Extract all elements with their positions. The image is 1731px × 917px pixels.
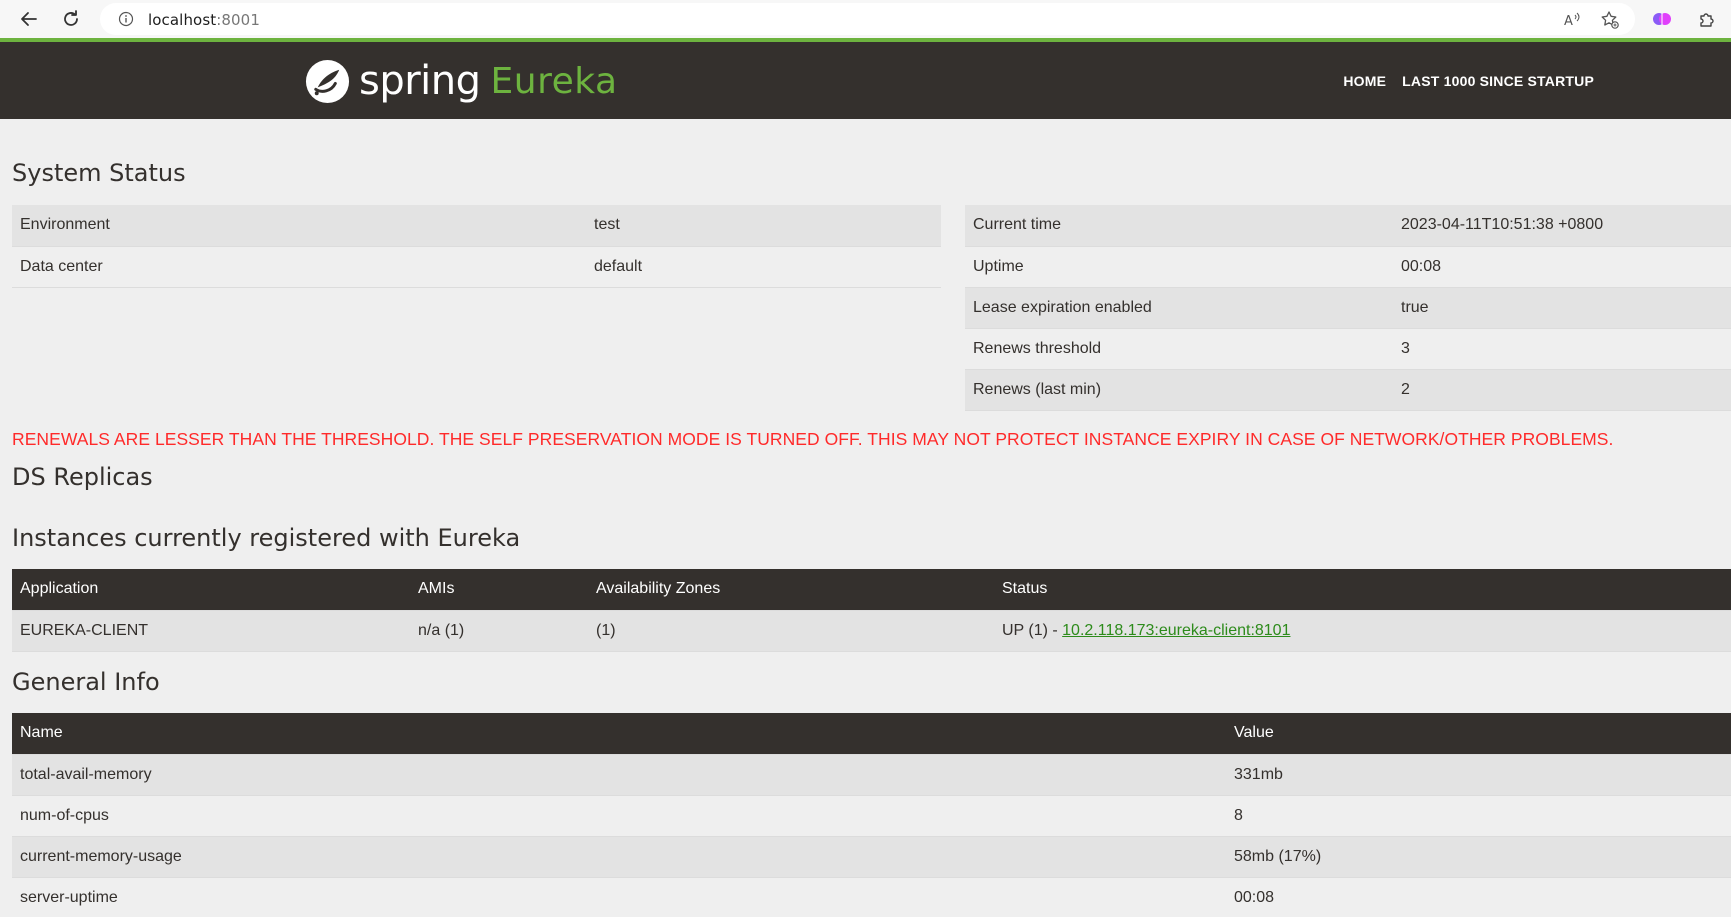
status-value: true (1393, 287, 1731, 328)
spring-eureka-logo[interactable]: spring Eureka (304, 56, 618, 106)
info-value: 8 (1226, 795, 1731, 836)
cell-zones: (1) (588, 610, 994, 651)
general-info-title: General Info (12, 668, 160, 696)
col-amis: AMIs (410, 569, 588, 610)
table-row: Uptime 00:08 (965, 246, 1731, 287)
instances-table: Application AMIs Availability Zones Stat… (12, 569, 1731, 652)
general-info-table: Name Value total-avail-memory 331mb num-… (12, 713, 1731, 917)
logo-spring-text: spring (359, 58, 481, 104)
info-value: 58mb (17%) (1226, 836, 1731, 877)
system-status-left-table: Environment test Data center default (12, 205, 941, 288)
table-row: num-of-cpus 8 (12, 795, 1731, 836)
cell-amis: n/a (1) (410, 610, 588, 651)
reload-icon (64, 10, 78, 26)
table-header-row: Application AMIs Availability Zones Stat… (12, 569, 1731, 610)
status-value: 3 (1393, 328, 1731, 369)
col-availability-zones: Availability Zones (588, 569, 994, 610)
status-label: Uptime (965, 246, 1393, 287)
col-value: Value (1226, 713, 1731, 754)
svg-text:A: A (1564, 14, 1573, 29)
status-label: Data center (12, 246, 586, 287)
read-aloud-icon[interactable]: A (1562, 10, 1582, 30)
status-prefix: UP (1) - (1002, 621, 1063, 639)
table-row: Renews threshold 3 (965, 328, 1731, 369)
back-arrow-icon (21, 12, 37, 26)
status-value: 2 (1393, 369, 1731, 410)
info-name: server-uptime (12, 877, 1226, 917)
extensions-puzzle-icon[interactable] (1696, 8, 1718, 30)
top-nav: HOME LAST 1000 SINCE STARTUP (1343, 73, 1594, 89)
status-label: Current time (965, 205, 1393, 246)
info-name: current-memory-usage (12, 836, 1226, 877)
extension-brain-icon[interactable] (1651, 8, 1673, 30)
table-row: Environment test (12, 205, 941, 246)
table-row: total-avail-memory 331mb (12, 754, 1731, 795)
status-label: Renews (last min) (965, 369, 1393, 410)
ds-replicas-title: DS Replicas (12, 463, 153, 491)
col-name: Name (12, 713, 1226, 754)
browser-toolbar: localhost:8001 A (0, 0, 1731, 38)
info-name: total-avail-memory (12, 754, 1226, 795)
status-label: Environment (12, 205, 586, 246)
address-bar[interactable]: localhost:8001 A (100, 3, 1635, 35)
url-text[interactable]: localhost:8001 (148, 11, 260, 29)
table-row: Lease expiration enabled true (965, 287, 1731, 328)
info-icon[interactable] (118, 11, 134, 27)
eureka-header: spring Eureka HOME LAST 1000 SINCE START… (0, 42, 1731, 119)
table-row: EUREKA-CLIENT n/a (1) (1) UP (1) - 10.2.… (12, 610, 1731, 651)
url-host: localhost (148, 11, 217, 29)
status-label: Lease expiration enabled (965, 287, 1393, 328)
reload-button[interactable] (56, 4, 86, 34)
instance-link[interactable]: 10.2.118.173:eureka-client:8101 (1062, 622, 1290, 639)
table-row: Renews (last min) 2 (965, 369, 1731, 410)
table-row: server-uptime 00:08 (12, 877, 1731, 917)
nav-home[interactable]: HOME (1343, 73, 1386, 89)
nav-last-1000[interactable]: LAST 1000 SINCE STARTUP (1402, 73, 1594, 89)
cell-application: EUREKA-CLIENT (12, 610, 410, 651)
url-port: :8001 (216, 11, 260, 29)
status-value: default (586, 246, 941, 287)
self-preservation-warning: RENEWALS ARE LESSER THAN THE THRESHOLD. … (12, 429, 1614, 449)
col-status: Status (994, 569, 1731, 610)
col-application: Application (12, 569, 410, 610)
status-value: test (586, 205, 941, 246)
info-name: num-of-cpus (12, 795, 1226, 836)
status-label: Renews threshold (965, 328, 1393, 369)
info-value: 00:08 (1226, 877, 1731, 917)
system-status-title: System Status (12, 159, 186, 187)
status-value: 00:08 (1393, 246, 1731, 287)
status-value: 2023-04-11T10:51:38 +0800 (1393, 205, 1731, 246)
table-row: current-memory-usage 58mb (17%) (12, 836, 1731, 877)
favorite-star-icon[interactable] (1600, 10, 1620, 30)
system-status-right-table: Current time 2023-04-11T10:51:38 +0800 U… (965, 205, 1731, 411)
instances-title: Instances currently registered with Eure… (12, 524, 521, 552)
back-button[interactable] (14, 4, 44, 34)
cell-status: UP (1) - 10.2.118.173:eureka-client:8101 (994, 610, 1731, 651)
table-row: Data center default (12, 246, 941, 287)
table-row: Current time 2023-04-11T10:51:38 +0800 (965, 205, 1731, 246)
info-value: 331mb (1226, 754, 1731, 795)
spring-leaf-icon (305, 59, 350, 103)
table-header-row: Name Value (12, 713, 1731, 754)
logo-eureka-text: Eureka (490, 60, 618, 102)
